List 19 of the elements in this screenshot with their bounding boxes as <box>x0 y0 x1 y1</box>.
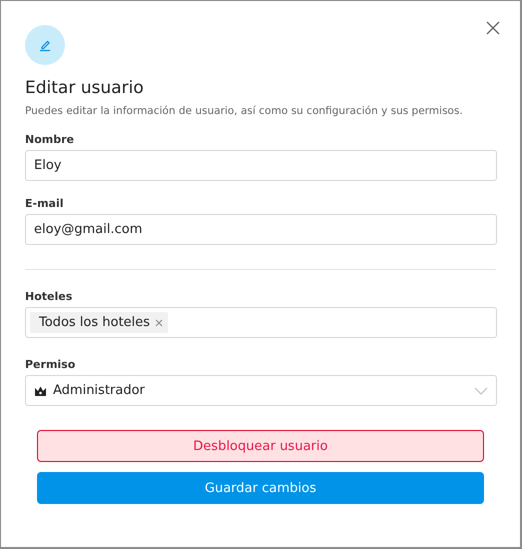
hotels-field[interactable]: Todos los hoteles <box>25 307 497 338</box>
dialog-title: Editar usuario <box>25 77 145 99</box>
unblock-button[interactable]: Desbloquear usuario <box>37 430 484 462</box>
close-button[interactable] <box>486 21 500 35</box>
remove-icon[interactable] <box>154 318 163 326</box>
field-label: Hoteles <box>25 290 72 303</box>
close-icon <box>486 21 500 35</box>
field-label: Permiso <box>25 358 76 371</box>
field-label: Nombre <box>25 133 74 146</box>
field-label: E-mail <box>25 197 64 210</box>
permission-select[interactable]: Administrador <box>25 375 497 406</box>
chevron-down-icon <box>474 386 488 394</box>
select-value: Administrador <box>53 383 146 398</box>
text-field[interactable]: eloy@gmail.com <box>25 214 497 245</box>
tag-label: Todos los hoteles <box>39 315 150 330</box>
dialog-subtitle: Puedes editar la información de usuario, así como su configuración y sus permisos. <box>25 105 464 117</box>
crown-icon <box>34 384 47 396</box>
text-field[interactable]: Eloy <box>25 150 497 181</box>
pencil-icon <box>38 38 52 52</box>
